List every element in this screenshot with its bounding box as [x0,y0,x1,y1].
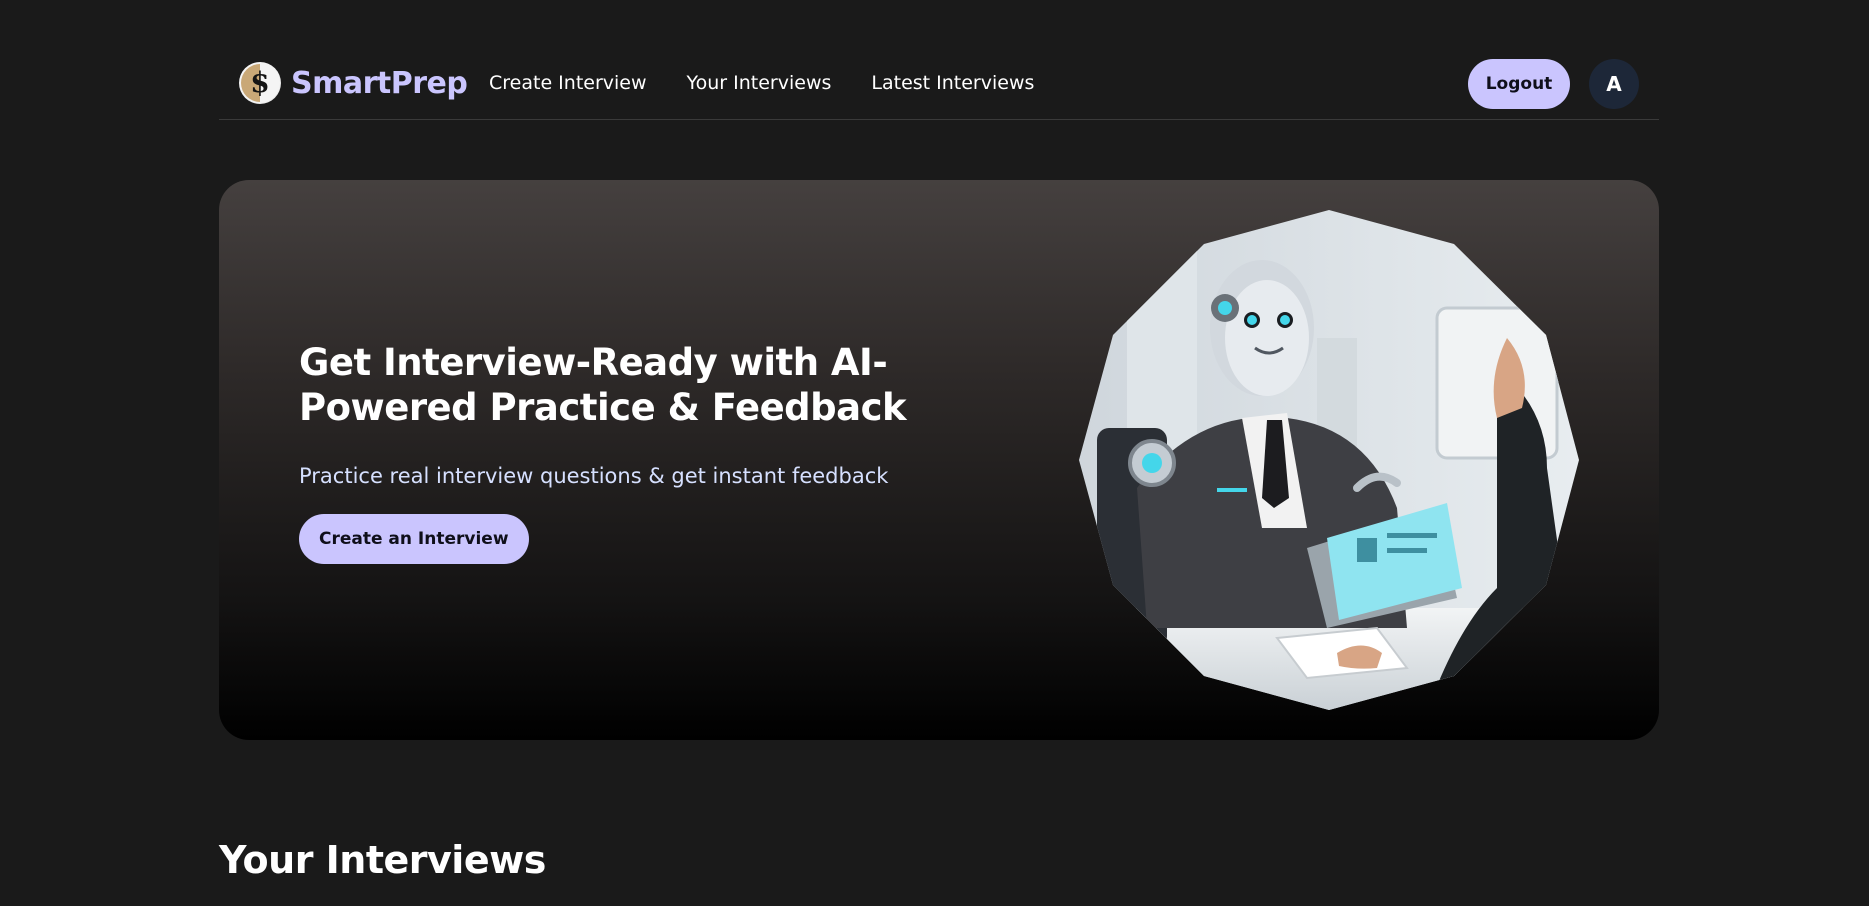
dollar-coin-icon: $ [239,62,281,104]
nav-link-your-interviews[interactable]: Your Interviews [687,72,832,94]
nav-link-create-interview[interactable]: Create Interview [489,72,647,94]
hero-card: Get Interview-Ready with AI-Powered Prac… [219,180,1659,740]
create-interview-button[interactable]: Create an Interview [299,514,529,564]
brand-link[interactable]: $ SmartPrep [239,62,468,104]
hero-subtitle: Practice real interview questions & get … [299,464,889,488]
robot-illustration [1077,208,1581,712]
svg-text:$: $ [250,66,269,99]
your-interviews-heading: Your Interviews [219,838,546,882]
hero-title: Get Interview-Ready with AI-Powered Prac… [299,341,907,429]
nav-link-latest-interviews[interactable]: Latest Interviews [871,72,1034,94]
logout-button[interactable]: Logout [1468,59,1570,109]
page: $ SmartPrep Create Interview Your Interv… [219,0,1659,882]
avatar[interactable]: A [1589,59,1639,109]
hero-text: Get Interview-Ready with AI-Powered Prac… [299,340,919,564]
nav-links: Create Interview Your Interviews Latest … [489,72,1034,94]
brand-name: SmartPrep [291,65,468,101]
top-nav: $ SmartPrep Create Interview Your Interv… [219,0,1659,120]
